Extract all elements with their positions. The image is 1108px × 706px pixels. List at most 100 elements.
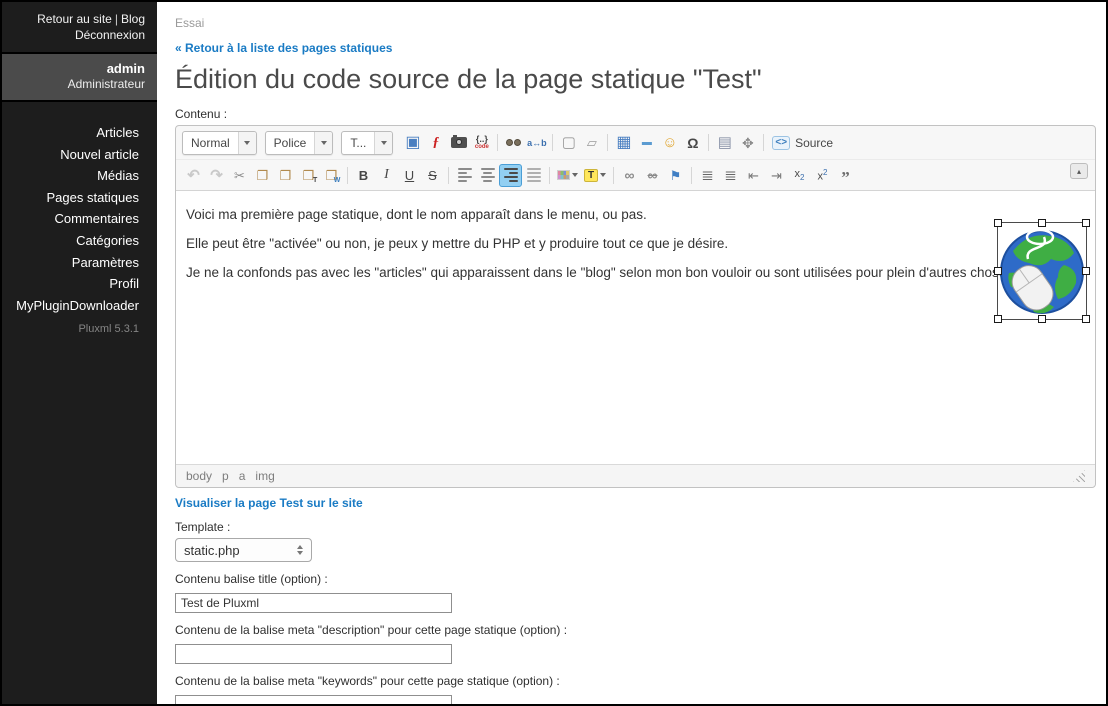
font-combo[interactable]: Police — [265, 131, 334, 155]
back-to-site-link[interactable]: Retour au site — [37, 12, 112, 26]
resize-handle[interactable] — [994, 315, 1002, 323]
insert-link-button[interactable]: ∞ — [618, 164, 641, 187]
justify-button[interactable] — [522, 164, 545, 187]
font-size-combo[interactable]: T... — [341, 131, 393, 155]
numbered-list-button[interactable]: ≣ — [696, 164, 719, 187]
resize-handle[interactable] — [1038, 315, 1046, 323]
keywords-input[interactable] — [175, 695, 452, 706]
table-icon: ▦ — [616, 135, 631, 151]
increase-indent-button[interactable]: ⇥ — [765, 164, 788, 187]
blockquote-button[interactable]: ” — [834, 164, 857, 187]
insert-table-button[interactable]: ▦ — [612, 131, 635, 154]
copy-button[interactable]: ❐ — [251, 164, 274, 187]
pluxml-admin-page: Retour au site|Blog Déconnexion admin Ad… — [0, 0, 1108, 706]
path-item-body[interactable]: body — [186, 469, 212, 483]
toolbar-divider — [552, 134, 553, 151]
resize-handle[interactable] — [1038, 219, 1046, 227]
selected-content-image[interactable] — [998, 223, 1086, 319]
align-center-icon — [481, 168, 495, 182]
anchor-button[interactable]: ⚑ — [664, 164, 687, 187]
toolbar-row-2: ↶ ↷ ✂ ❐ ❒ ❒T ❒W B I U S T — [176, 159, 1095, 190]
align-right-button[interactable] — [499, 164, 522, 187]
path-item-p[interactable]: p — [222, 469, 229, 483]
blog-link[interactable]: Blog — [121, 12, 145, 26]
editor-paragraph: Elle peut être "activée" ou non, je peux… — [186, 236, 1085, 251]
resize-handle[interactable] — [1082, 315, 1090, 323]
toolbar-divider — [448, 167, 449, 184]
resize-handle[interactable] — [994, 267, 1002, 275]
undo-button[interactable]: ↶ — [182, 164, 205, 187]
cut-button[interactable]: ✂ — [228, 164, 251, 187]
source-code-icon: <> — [772, 136, 790, 150]
copy-icon: ❐ — [257, 169, 269, 182]
path-item-a[interactable]: a — [239, 469, 246, 483]
paste-as-text-button[interactable]: ❒T — [297, 164, 320, 187]
align-center-button[interactable] — [476, 164, 499, 187]
resize-grip-icon[interactable] — [1073, 470, 1085, 482]
insert-media-button[interactable] — [447, 131, 470, 154]
smiley-button[interactable]: ☺ — [658, 131, 681, 154]
resize-handle[interactable] — [1082, 219, 1090, 227]
bulleted-list-button[interactable]: ≣ — [719, 164, 742, 187]
code-snippet-button[interactable]: {..}code — [470, 131, 493, 154]
decrease-indent-button[interactable]: ⇤ — [742, 164, 765, 187]
sidebar-item-nouvel-article[interactable]: Nouvel article — [2, 144, 139, 166]
source-button[interactable]: <> Source — [768, 131, 837, 154]
resize-handle[interactable] — [994, 219, 1002, 227]
sidebar-item-pages-statiques[interactable]: Pages statiques — [2, 187, 139, 209]
view-page-link[interactable]: Visualiser la page Test sur le site — [175, 496, 1106, 510]
link-icon: ∞ — [625, 168, 635, 182]
horizontal-rule-icon: ▬ — [642, 138, 652, 148]
strikethrough-button[interactable]: S — [421, 164, 444, 187]
italic-button[interactable]: I — [375, 164, 398, 187]
insert-image-button[interactable]: ▣ — [401, 131, 424, 154]
background-color-icon: T — [584, 169, 598, 182]
text-color-button[interactable] — [554, 164, 581, 187]
sidebar-item-myplugindownloader[interactable]: MyPluginDownloader — [2, 295, 139, 317]
iframe-button[interactable]: ▢ — [557, 131, 580, 154]
path-item-img[interactable]: img — [255, 469, 274, 483]
paragraph-format-combo[interactable]: Normal — [182, 131, 257, 155]
remove-format-button[interactable]: ▱ — [580, 131, 603, 154]
subscript-button[interactable]: x2 — [788, 164, 811, 187]
unlink-button[interactable]: ∞ — [641, 164, 664, 187]
align-left-icon — [458, 168, 472, 182]
bold-button[interactable]: B — [352, 164, 375, 187]
chevron-down-icon — [238, 132, 256, 154]
paste-button[interactable]: ❒ — [274, 164, 297, 187]
find-button[interactable] — [502, 131, 525, 154]
paste-from-word-button[interactable]: ❒W — [320, 164, 343, 187]
sidebar-item-articles[interactable]: Articles — [2, 122, 139, 144]
template-select[interactable]: static.php — [175, 538, 312, 562]
site-name-breadcrumb: Essai — [175, 16, 1106, 30]
wysiwyg-editor: Normal Police T... ▣ ƒ {..}code a↔b — [175, 125, 1096, 488]
align-left-button[interactable] — [453, 164, 476, 187]
horizontal-rule-button[interactable]: ▬ — [635, 131, 658, 154]
toolbar-collapse-button[interactable]: ▴ — [1070, 163, 1088, 179]
editor-content-area[interactable]: Voici ma première page statique, dont le… — [176, 190, 1095, 464]
sidebar-item-parametres[interactable]: Paramètres — [2, 252, 139, 274]
logout-link[interactable]: Déconnexion — [75, 28, 145, 42]
resize-handle[interactable] — [1082, 267, 1090, 275]
smiley-icon: ☺ — [662, 135, 677, 150]
sidebar-item-commentaires[interactable]: Commentaires — [2, 208, 139, 230]
iframe-icon: ▢ — [562, 135, 576, 150]
page-break-button[interactable]: ▤ — [713, 131, 736, 154]
insert-flash-button[interactable]: ƒ — [424, 131, 447, 154]
paste-icon: ❒ — [280, 169, 292, 182]
special-char-button[interactable]: Ω — [681, 131, 704, 154]
sidebar-item-medias[interactable]: Médias — [2, 165, 139, 187]
description-input[interactable] — [175, 644, 452, 664]
back-to-static-pages-link[interactable]: « Retour à la liste des pages statiques — [175, 41, 1106, 55]
title-input[interactable] — [175, 593, 452, 613]
maximize-button[interactable]: ✥ — [736, 131, 759, 154]
paragraph-format-value: Normal — [183, 136, 238, 150]
replace-button[interactable]: a↔b — [525, 131, 548, 154]
superscript-button[interactable]: x2 — [811, 164, 834, 187]
sidebar-item-profil[interactable]: Profil — [2, 273, 139, 295]
background-color-button[interactable]: T — [581, 164, 609, 187]
redo-button[interactable]: ↷ — [205, 164, 228, 187]
underline-button[interactable]: U — [398, 164, 421, 187]
sidebar-item-categories[interactable]: Catégories — [2, 230, 139, 252]
chevron-down-icon — [314, 132, 332, 154]
